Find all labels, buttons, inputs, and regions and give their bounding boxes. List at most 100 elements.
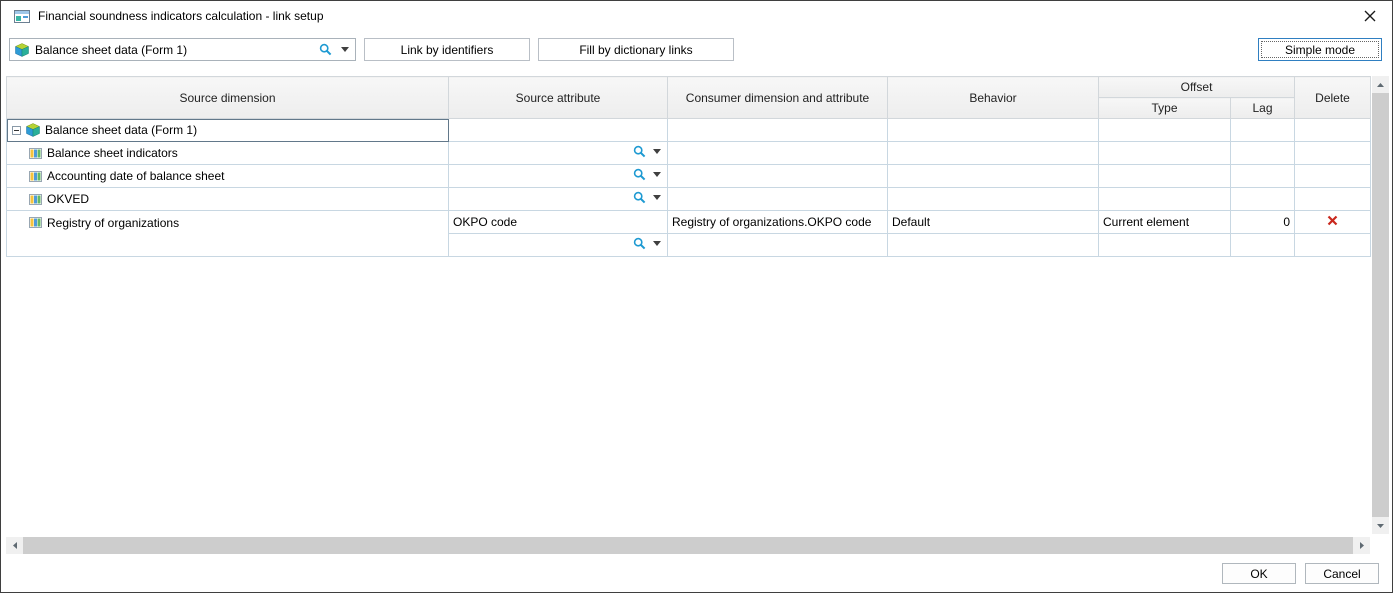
tree-node-label: OKVED bbox=[47, 192, 90, 206]
ok-button[interactable]: OK bbox=[1222, 563, 1296, 584]
cell-delete bbox=[1294, 233, 1372, 257]
header-source-dimension: Source dimension bbox=[6, 76, 449, 119]
cell-delete bbox=[1294, 187, 1372, 211]
tree-node-okved[interactable]: OKVED bbox=[6, 187, 449, 211]
cell-offset-type bbox=[1098, 187, 1231, 211]
header-source-attribute: Source attribute bbox=[448, 76, 668, 119]
dimension-icon bbox=[29, 147, 42, 160]
cell-source-attribute[interactable] bbox=[448, 233, 668, 257]
search-icon[interactable] bbox=[633, 237, 646, 250]
dialog-title: Financial soundness indicators calculati… bbox=[38, 9, 324, 23]
dimension-icon bbox=[29, 216, 42, 229]
cube-icon bbox=[26, 123, 40, 137]
vertical-scrollbar[interactable] bbox=[1372, 76, 1389, 534]
cell-offset-lag bbox=[1229, 141, 1296, 165]
tree-node-accounting-date[interactable]: Accounting date of balance sheet bbox=[6, 164, 449, 188]
chevron-down-icon[interactable] bbox=[653, 172, 661, 177]
vertical-scroll-track[interactable] bbox=[1372, 93, 1389, 517]
search-icon[interactable] bbox=[633, 191, 646, 204]
chevron-down-icon[interactable] bbox=[341, 47, 349, 52]
search-icon[interactable] bbox=[633, 168, 646, 181]
tree-node-label: Registry of organizations bbox=[47, 215, 180, 230]
cell-offset-type bbox=[1098, 164, 1231, 188]
cell-offset-lag bbox=[1229, 187, 1296, 211]
cell-delete[interactable] bbox=[1294, 210, 1372, 234]
cell-behavior bbox=[887, 164, 1099, 188]
tree-node-label: Accounting date of balance sheet bbox=[47, 169, 225, 183]
cell-behavior bbox=[887, 233, 1099, 257]
header-behavior: Behavior bbox=[887, 76, 1099, 119]
cell-offset-type bbox=[1098, 233, 1231, 257]
tree-node-balance-sheet-indicators[interactable]: Balance sheet indicators bbox=[6, 141, 449, 165]
cell-consumer bbox=[667, 141, 888, 165]
chevron-down-icon[interactable] bbox=[653, 149, 661, 154]
source-cube-combo[interactable]: Balance sheet data (Form 1) bbox=[9, 38, 356, 61]
close-icon[interactable] bbox=[1357, 3, 1383, 29]
attribute-picker[interactable] bbox=[633, 191, 663, 204]
cell-delete bbox=[1294, 164, 1372, 188]
link-by-identifiers-button[interactable]: Link by identifiers bbox=[364, 38, 530, 61]
chevron-down-icon[interactable] bbox=[653, 241, 661, 246]
cell-consumer bbox=[667, 164, 888, 188]
search-icon[interactable] bbox=[633, 145, 646, 158]
tree-node-label: Balance sheet data (Form 1) bbox=[45, 123, 198, 137]
cell-source-attribute[interactable]: OKPO code bbox=[448, 210, 668, 234]
dialog-icon bbox=[14, 9, 30, 23]
cell-delete bbox=[1294, 141, 1372, 165]
search-icon[interactable] bbox=[319, 43, 332, 56]
horizontal-scrollbar[interactable] bbox=[6, 537, 1370, 554]
cell-source-attribute[interactable] bbox=[448, 187, 668, 211]
table-row: Accounting date of balance sheet bbox=[6, 164, 1372, 188]
titlebar: Financial soundness indicators calculati… bbox=[1, 1, 1392, 31]
cell-source-attribute[interactable] bbox=[448, 164, 668, 188]
cell-consumer bbox=[667, 233, 888, 257]
cell-delete bbox=[1294, 118, 1372, 142]
cell-behavior bbox=[887, 141, 1099, 165]
header-row-1: Source dimension Source attribute Consum… bbox=[6, 76, 1372, 119]
cell-behavior[interactable]: Default bbox=[887, 210, 1099, 234]
simple-mode-button[interactable]: Simple mode bbox=[1258, 38, 1382, 61]
scroll-down-icon[interactable] bbox=[1372, 517, 1389, 534]
table-row: Balance sheet data (Form 1) bbox=[6, 118, 1372, 142]
link-grid-area: Source dimension Source attribute Consum… bbox=[6, 76, 1372, 257]
dimension-icon bbox=[29, 170, 42, 183]
horizontal-scroll-track[interactable] bbox=[23, 537, 1353, 554]
header-delete: Delete bbox=[1294, 76, 1372, 119]
attribute-picker[interactable] bbox=[633, 237, 663, 250]
cell-consumer bbox=[667, 187, 888, 211]
cell-offset-type[interactable]: Current element bbox=[1098, 210, 1231, 234]
horizontal-scroll-thumb[interactable] bbox=[23, 537, 1353, 554]
tree-node-label: Balance sheet indicators bbox=[47, 146, 178, 160]
cell-offset-type bbox=[1098, 118, 1231, 142]
attribute-picker[interactable] bbox=[633, 145, 663, 158]
cell-offset-type bbox=[1098, 141, 1231, 165]
cell-consumer[interactable]: Registry of organizations.OKPO code bbox=[667, 210, 888, 234]
cell-behavior bbox=[887, 187, 1099, 211]
cell-source-attribute bbox=[448, 118, 668, 142]
collapse-minus-icon[interactable] bbox=[12, 125, 21, 135]
delete-icon[interactable] bbox=[1327, 215, 1338, 226]
tree-node-registry-of-organizations[interactable]: Registry of organizations bbox=[6, 210, 449, 257]
toolbar: Balance sheet data (Form 1) Link by iden… bbox=[9, 38, 1382, 61]
cell-offset-lag[interactable]: 0 bbox=[1229, 210, 1296, 234]
header-offset-type: Type bbox=[1098, 97, 1231, 119]
cube-icon bbox=[15, 42, 29, 57]
scroll-right-icon[interactable] bbox=[1353, 537, 1370, 554]
cell-source-attribute[interactable] bbox=[448, 141, 668, 165]
table-row: OKVED bbox=[6, 187, 1372, 211]
header-offset: Offset bbox=[1097, 76, 1296, 98]
cell-behavior bbox=[887, 118, 1099, 142]
tree-node-balance-sheet-data[interactable]: Balance sheet data (Form 1) bbox=[6, 118, 449, 142]
fill-by-dictionary-links-button[interactable]: Fill by dictionary links bbox=[538, 38, 734, 61]
vertical-scroll-thumb[interactable] bbox=[1372, 93, 1389, 517]
scroll-left-icon[interactable] bbox=[6, 537, 23, 554]
chevron-down-icon[interactable] bbox=[653, 195, 661, 200]
link-setup-dialog: Financial soundness indicators calculati… bbox=[0, 0, 1393, 593]
header-consumer: Consumer dimension and attribute bbox=[667, 76, 888, 119]
cancel-button[interactable]: Cancel bbox=[1305, 563, 1379, 584]
attribute-picker[interactable] bbox=[633, 168, 663, 181]
cell-offset-lag bbox=[1229, 164, 1296, 188]
scroll-up-icon[interactable] bbox=[1372, 76, 1389, 93]
table-row: Balance sheet indicators bbox=[6, 141, 1372, 165]
cell-offset-lag bbox=[1229, 233, 1296, 257]
